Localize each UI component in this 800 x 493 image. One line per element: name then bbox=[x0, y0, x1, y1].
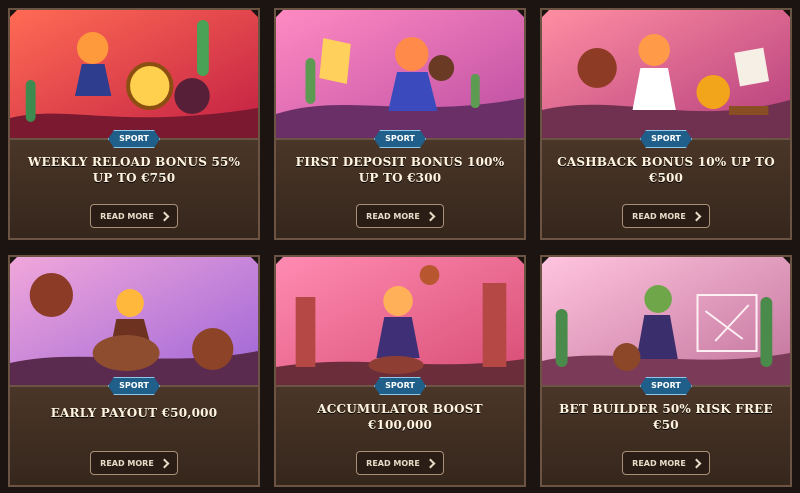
promo-content: WEEKLY RELOAD BONUS 55% UP TO €750 READ … bbox=[10, 138, 258, 238]
read-more-button[interactable]: READ MORE bbox=[622, 204, 710, 228]
promo-image bbox=[276, 10, 524, 138]
chevron-right-icon bbox=[425, 211, 436, 222]
read-more-button[interactable]: READ MORE bbox=[90, 451, 178, 475]
read-more-label: READ MORE bbox=[632, 211, 686, 221]
read-more-label: READ MORE bbox=[100, 458, 154, 468]
promo-image bbox=[10, 10, 258, 138]
promo-card-accumulator-boost[interactable]: SPORT ACCUMULATOR BOOST €100,000 READ MO… bbox=[274, 255, 526, 487]
promo-content: ACCUMULATOR BOOST €100,000 READ MORE bbox=[276, 385, 524, 485]
promo-title: ACCUMULATOR BOOST €100,000 bbox=[317, 402, 483, 432]
read-more-label: READ MORE bbox=[366, 211, 420, 221]
promo-title: FIRST DEPOSIT BONUS 100% UP TO €300 bbox=[295, 155, 505, 185]
promo-title: CASHBACK BONUS 10% UP TO €500 bbox=[557, 155, 775, 185]
promo-card-cashback[interactable]: SPORT CASHBACK BONUS 10% UP TO €500 READ… bbox=[540, 8, 792, 240]
sport-badge: SPORT bbox=[108, 377, 160, 395]
promotions-grid: SPORT WEEKLY RELOAD BONUS 55% UP TO €750… bbox=[0, 0, 800, 493]
sport-badge: SPORT bbox=[640, 130, 692, 148]
promo-card-weekly-reload[interactable]: SPORT WEEKLY RELOAD BONUS 55% UP TO €750… bbox=[8, 8, 260, 240]
read-more-button[interactable]: READ MORE bbox=[356, 204, 444, 228]
read-more-label: READ MORE bbox=[100, 211, 154, 221]
sport-badge: SPORT bbox=[640, 377, 692, 395]
read-more-label: READ MORE bbox=[632, 458, 686, 468]
read-more-button[interactable]: READ MORE bbox=[622, 451, 710, 475]
promo-content: BET BUILDER 50% RISK FREE €50 READ MORE bbox=[542, 385, 790, 485]
promo-image bbox=[276, 257, 524, 385]
sport-badge: SPORT bbox=[374, 130, 426, 148]
chevron-right-icon bbox=[159, 458, 170, 469]
read-more-button[interactable]: READ MORE bbox=[356, 451, 444, 475]
read-more-label: READ MORE bbox=[366, 458, 420, 468]
chevron-right-icon bbox=[159, 211, 170, 222]
chevron-right-icon bbox=[425, 458, 436, 469]
promo-image bbox=[10, 257, 258, 385]
promo-card-early-payout[interactable]: SPORT EARLY PAYOUT €50,000 READ MORE bbox=[8, 255, 260, 487]
chevron-right-icon bbox=[691, 211, 702, 222]
read-more-button[interactable]: READ MORE bbox=[90, 204, 178, 228]
promo-card-bet-builder[interactable]: SPORT BET BUILDER 50% RISK FREE €50 READ… bbox=[540, 255, 792, 487]
promo-content: CASHBACK BONUS 10% UP TO €500 READ MORE bbox=[542, 138, 790, 238]
sport-badge: SPORT bbox=[108, 130, 160, 148]
chevron-right-icon bbox=[691, 458, 702, 469]
sport-badge: SPORT bbox=[374, 377, 426, 395]
promo-card-first-deposit[interactable]: SPORT FIRST DEPOSIT BONUS 100% UP TO €30… bbox=[274, 8, 526, 240]
promo-title: BET BUILDER 50% RISK FREE €50 bbox=[559, 402, 773, 432]
promo-title: EARLY PAYOUT €50,000 bbox=[50, 406, 218, 420]
promo-image bbox=[542, 257, 790, 385]
promo-content: EARLY PAYOUT €50,000 READ MORE bbox=[10, 385, 258, 485]
promo-title: WEEKLY RELOAD BONUS 55% UP TO €750 bbox=[27, 155, 241, 185]
promo-image bbox=[542, 10, 790, 138]
promo-content: FIRST DEPOSIT BONUS 100% UP TO €300 READ… bbox=[276, 138, 524, 238]
